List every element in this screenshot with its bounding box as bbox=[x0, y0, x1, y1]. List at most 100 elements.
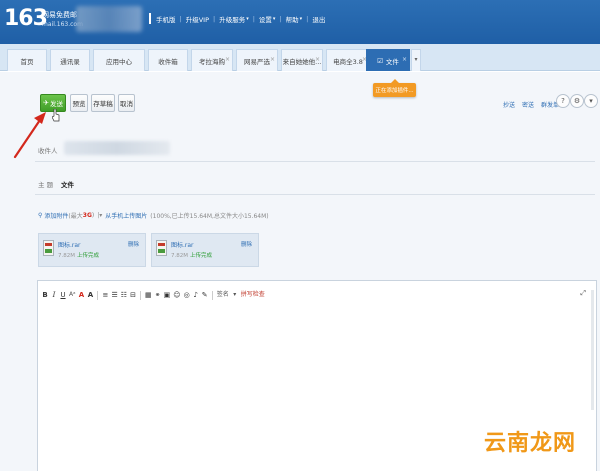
header-link[interactable]: 升级VIP bbox=[186, 14, 209, 24]
chevron-down-icon[interactable]: ▾ bbox=[300, 16, 303, 22]
underline-icon[interactable]: U bbox=[60, 290, 66, 300]
font-size-icon[interactable]: Aᵃ bbox=[69, 290, 75, 300]
tab-item[interactable]: 收件箱 bbox=[148, 49, 188, 71]
highlight-icon[interactable]: A bbox=[87, 290, 93, 300]
tab-item[interactable]: 网易严选 × bbox=[236, 49, 278, 71]
attachment-status: 上传完成 bbox=[190, 253, 213, 259]
logo[interactable]: 163 bbox=[4, 7, 48, 31]
header-divider bbox=[149, 13, 151, 24]
subject-input[interactable]: 文件 bbox=[61, 179, 74, 189]
tab-label: 考拉海购 bbox=[199, 57, 225, 66]
dropdown-arrow-icon[interactable]: |▾ bbox=[97, 212, 102, 219]
gear-icon[interactable]: ⚙ bbox=[570, 94, 584, 108]
close-icon[interactable]: × bbox=[315, 56, 320, 63]
subject-underline bbox=[35, 194, 595, 195]
recipient-field-blurred[interactable] bbox=[64, 141, 170, 155]
close-icon[interactable]: × bbox=[225, 56, 230, 63]
attachment-card[interactable]: 图标.rar 7.82M 上传完成 删除 bbox=[151, 233, 259, 267]
tab-label: 电商全3.8 bbox=[333, 57, 363, 66]
signature-dropdown[interactable]: 签名 bbox=[217, 290, 229, 300]
close-icon[interactable]: × bbox=[402, 56, 407, 63]
attachment-name[interactable]: 图标.rar bbox=[171, 240, 194, 249]
more-options-icon[interactable]: ▾ bbox=[584, 94, 598, 108]
attachment-card[interactable]: 图标.rar 7.82M 上传完成 删除 bbox=[38, 233, 146, 267]
tab-item[interactable]: 通讯录 bbox=[50, 49, 90, 71]
compose-panel: ✈ 发送 预览 存草稿 取消 正在添加插件... 抄送 密送 群发单显 ? ⚙ ▾ … bbox=[0, 72, 600, 471]
tab-label: 收件箱 bbox=[158, 57, 178, 66]
tab-more-chevron-icon[interactable]: ▾ bbox=[411, 49, 421, 71]
ordered-list-icon[interactable]: ☰ bbox=[111, 290, 117, 300]
logo-name: 网易免费邮 bbox=[42, 11, 77, 19]
chevron-down-icon[interactable]: ▾ bbox=[232, 290, 238, 300]
add-attachment-link[interactable]: 添加附件 bbox=[44, 211, 68, 220]
italic-icon[interactable]: I bbox=[51, 290, 57, 300]
attachment-size: 7.82M bbox=[58, 253, 75, 259]
toolbar-divider bbox=[140, 290, 142, 300]
bold-icon[interactable]: B bbox=[42, 290, 48, 300]
toolbar-divider bbox=[211, 290, 213, 300]
header-link[interactable]: 升级服务 bbox=[219, 14, 245, 24]
header-link[interactable]: 退出 bbox=[312, 14, 325, 24]
cc-link[interactable]: 抄送 bbox=[503, 100, 515, 109]
limit-value: 3G bbox=[82, 212, 92, 219]
user-account-blurred[interactable] bbox=[76, 6, 142, 32]
tab-bar: 首页 通讯录 应用中心 收件箱 考拉海购 × 网易严选 × 来自她她他... × 电商全3.8 × ☑ 文… bbox=[0, 44, 600, 71]
help-icon[interactable]: ? bbox=[556, 94, 570, 108]
attachment-bar: ⚲ 添加附件 (最大 3G ) |▾ 从手机上传图片 (100%,已上传15.6… bbox=[38, 211, 269, 220]
link-separator: | bbox=[279, 15, 282, 23]
header-link[interactable]: 设置 bbox=[259, 14, 272, 24]
chevron-down-icon[interactable]: ▾ bbox=[273, 16, 276, 22]
table-icon[interactable]: ▦ bbox=[145, 290, 152, 300]
format-icon[interactable]: ✎ bbox=[202, 290, 208, 300]
send-plane-icon: ✈ bbox=[43, 99, 49, 107]
attachment-name[interactable]: 图标.rar bbox=[58, 240, 81, 249]
recipient-underline bbox=[35, 161, 595, 162]
tab-label: 网易严选 bbox=[244, 57, 270, 66]
paperclip-icon: ⚲ bbox=[38, 212, 43, 219]
font-color-icon[interactable]: A bbox=[78, 290, 84, 300]
screenshot-icon[interactable]: ◎ bbox=[184, 290, 190, 300]
delete-attachment-link[interactable]: 删除 bbox=[241, 240, 252, 248]
attachment-meta: 7.82M 上传完成 bbox=[58, 251, 99, 259]
chevron-down-icon[interactable]: ▾ bbox=[246, 16, 249, 22]
header-link[interactable]: 帮助 bbox=[286, 14, 299, 24]
expand-editor-icon[interactable]: ⤢ bbox=[580, 289, 586, 298]
limit-suffix: ) bbox=[91, 212, 95, 219]
limit-prefix: (最大 bbox=[68, 213, 83, 220]
spellcheck-button[interactable]: 拼写检查 bbox=[241, 290, 265, 300]
preview-button[interactable]: 预览 bbox=[70, 94, 88, 112]
tab-label: 首页 bbox=[20, 57, 34, 66]
plugin-loading-tooltip: 正在添加插件... bbox=[373, 79, 416, 97]
cc-link[interactable]: 密送 bbox=[522, 100, 534, 109]
rar-file-icon bbox=[43, 240, 54, 256]
subject-label: 主 题 bbox=[38, 181, 54, 189]
link-separator: | bbox=[179, 15, 182, 23]
tab-item[interactable]: 考拉海购 × bbox=[191, 49, 233, 71]
tab-item[interactable]: 首页 bbox=[7, 49, 47, 71]
image-icon[interactable]: ▣ bbox=[164, 290, 171, 300]
upload-from-phone-link[interactable]: 从手机上传图片 bbox=[105, 211, 147, 220]
tab-item[interactable]: 电商全3.8 × bbox=[326, 49, 370, 71]
tab-item[interactable]: 来自她她他... × bbox=[281, 49, 323, 71]
emoji-icon[interactable]: ☺ bbox=[173, 290, 180, 300]
unordered-list-icon[interactable]: ☷ bbox=[121, 290, 127, 300]
tab-item[interactable]: 应用中心 bbox=[93, 49, 145, 71]
indent-icon[interactable]: ⊟ bbox=[130, 290, 136, 300]
audio-icon[interactable]: ♪ bbox=[193, 290, 199, 300]
compose-icon: ☑ bbox=[377, 56, 383, 65]
recipient-label: 收件人 bbox=[38, 147, 58, 155]
attachment-meta: 7.82M 上传完成 bbox=[171, 251, 212, 259]
editor-scrollbar[interactable] bbox=[591, 290, 594, 410]
upload-progress-text: (100%,已上传15.64M,总文件大小15.64M) bbox=[150, 213, 269, 220]
tab-item[interactable]: ☑ 文件 × bbox=[366, 49, 410, 71]
close-icon[interactable]: × bbox=[270, 56, 275, 63]
save-draft-button[interactable]: 存草稿 bbox=[91, 94, 115, 112]
mouse-pointer-icon bbox=[52, 109, 60, 122]
cancel-button[interactable]: 取消 bbox=[118, 94, 135, 112]
header-link[interactable]: 手机版 bbox=[156, 14, 176, 24]
watermark-logo: 云南龙网 bbox=[484, 431, 577, 456]
link-separator: | bbox=[252, 15, 255, 23]
link-icon[interactable]: ⚭ bbox=[155, 290, 161, 300]
align-icon[interactable]: ≡ bbox=[102, 290, 109, 300]
delete-attachment-link[interactable]: 删除 bbox=[128, 240, 139, 248]
